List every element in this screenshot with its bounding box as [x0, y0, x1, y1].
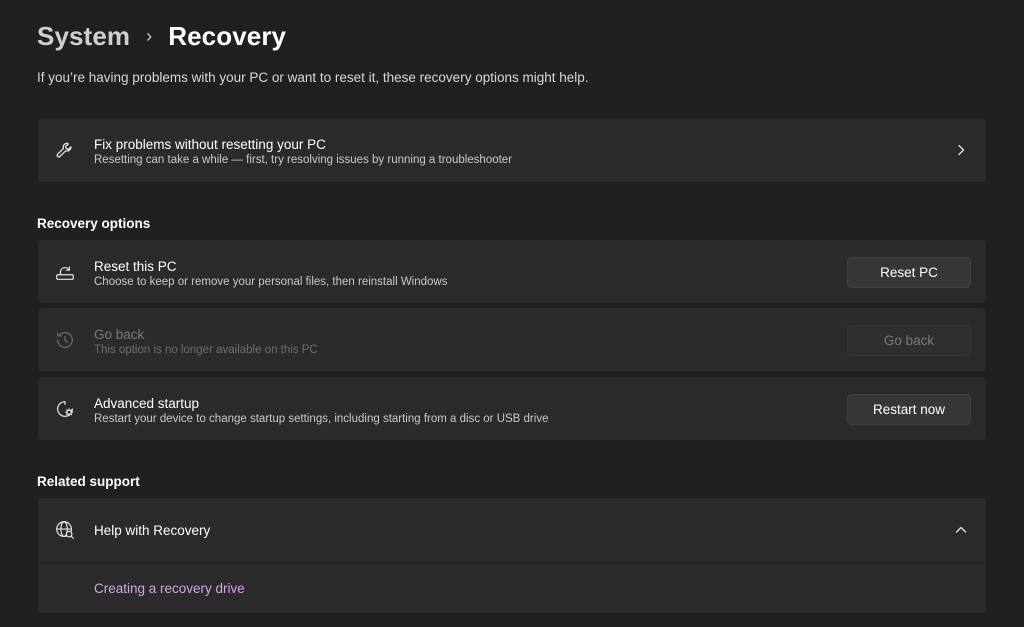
help-with-recovery-title: Help with Recovery	[94, 523, 211, 538]
reset-pc-button[interactable]: Reset PC	[847, 257, 971, 288]
recovery-options-heading: Recovery options	[37, 216, 151, 231]
help-with-recovery-content: Creating a recovery drive	[38, 563, 986, 613]
breadcrumb: System › Recovery	[37, 18, 286, 54]
advanced-startup-description: Restart your device to change startup se…	[94, 413, 549, 425]
history-icon	[54, 329, 76, 351]
advanced-startup-icon	[54, 398, 76, 420]
reset-pc-card: Reset this PC Choose to keep or remove y…	[38, 240, 986, 303]
recovery-settings-page: System › Recovery If you’re having probl…	[0, 0, 1024, 627]
breadcrumb-system[interactable]: System	[37, 21, 130, 52]
wrench-icon	[54, 140, 76, 162]
go-back-card: Go back This option is no longer availab…	[38, 308, 986, 371]
chevron-up-icon[interactable]	[954, 523, 968, 537]
creating-recovery-drive-link[interactable]: Creating a recovery drive	[94, 581, 245, 596]
fix-problems-card[interactable]: Fix problems without resetting your PC R…	[38, 119, 986, 182]
fix-problems-title: Fix problems without resetting your PC	[94, 137, 326, 152]
go-back-title: Go back	[94, 327, 145, 342]
go-back-button: Go back	[847, 325, 971, 356]
related-support-heading: Related support	[37, 474, 140, 489]
help-with-recovery-header[interactable]: Help with Recovery	[38, 498, 986, 562]
breadcrumb-separator: ›	[146, 25, 153, 46]
advanced-startup-title: Advanced startup	[94, 396, 200, 411]
chevron-right-icon	[958, 144, 965, 156]
go-back-description: This option is no longer available on th…	[94, 344, 318, 356]
fix-problems-description: Resetting can take a while — first, try …	[94, 154, 513, 166]
page-title: Recovery	[168, 20, 287, 51]
advanced-startup-card: Advanced startup Restart your device to …	[38, 377, 986, 440]
reset-pc-description: Choose to keep or remove your personal f…	[94, 276, 448, 288]
restart-now-button[interactable]: Restart now	[847, 394, 971, 425]
reset-pc-title: Reset this PC	[94, 259, 177, 274]
globe-search-icon	[54, 519, 76, 541]
reset-pc-icon	[54, 261, 76, 283]
page-subtitle: If you’re having problems with your PC o…	[37, 70, 589, 85]
